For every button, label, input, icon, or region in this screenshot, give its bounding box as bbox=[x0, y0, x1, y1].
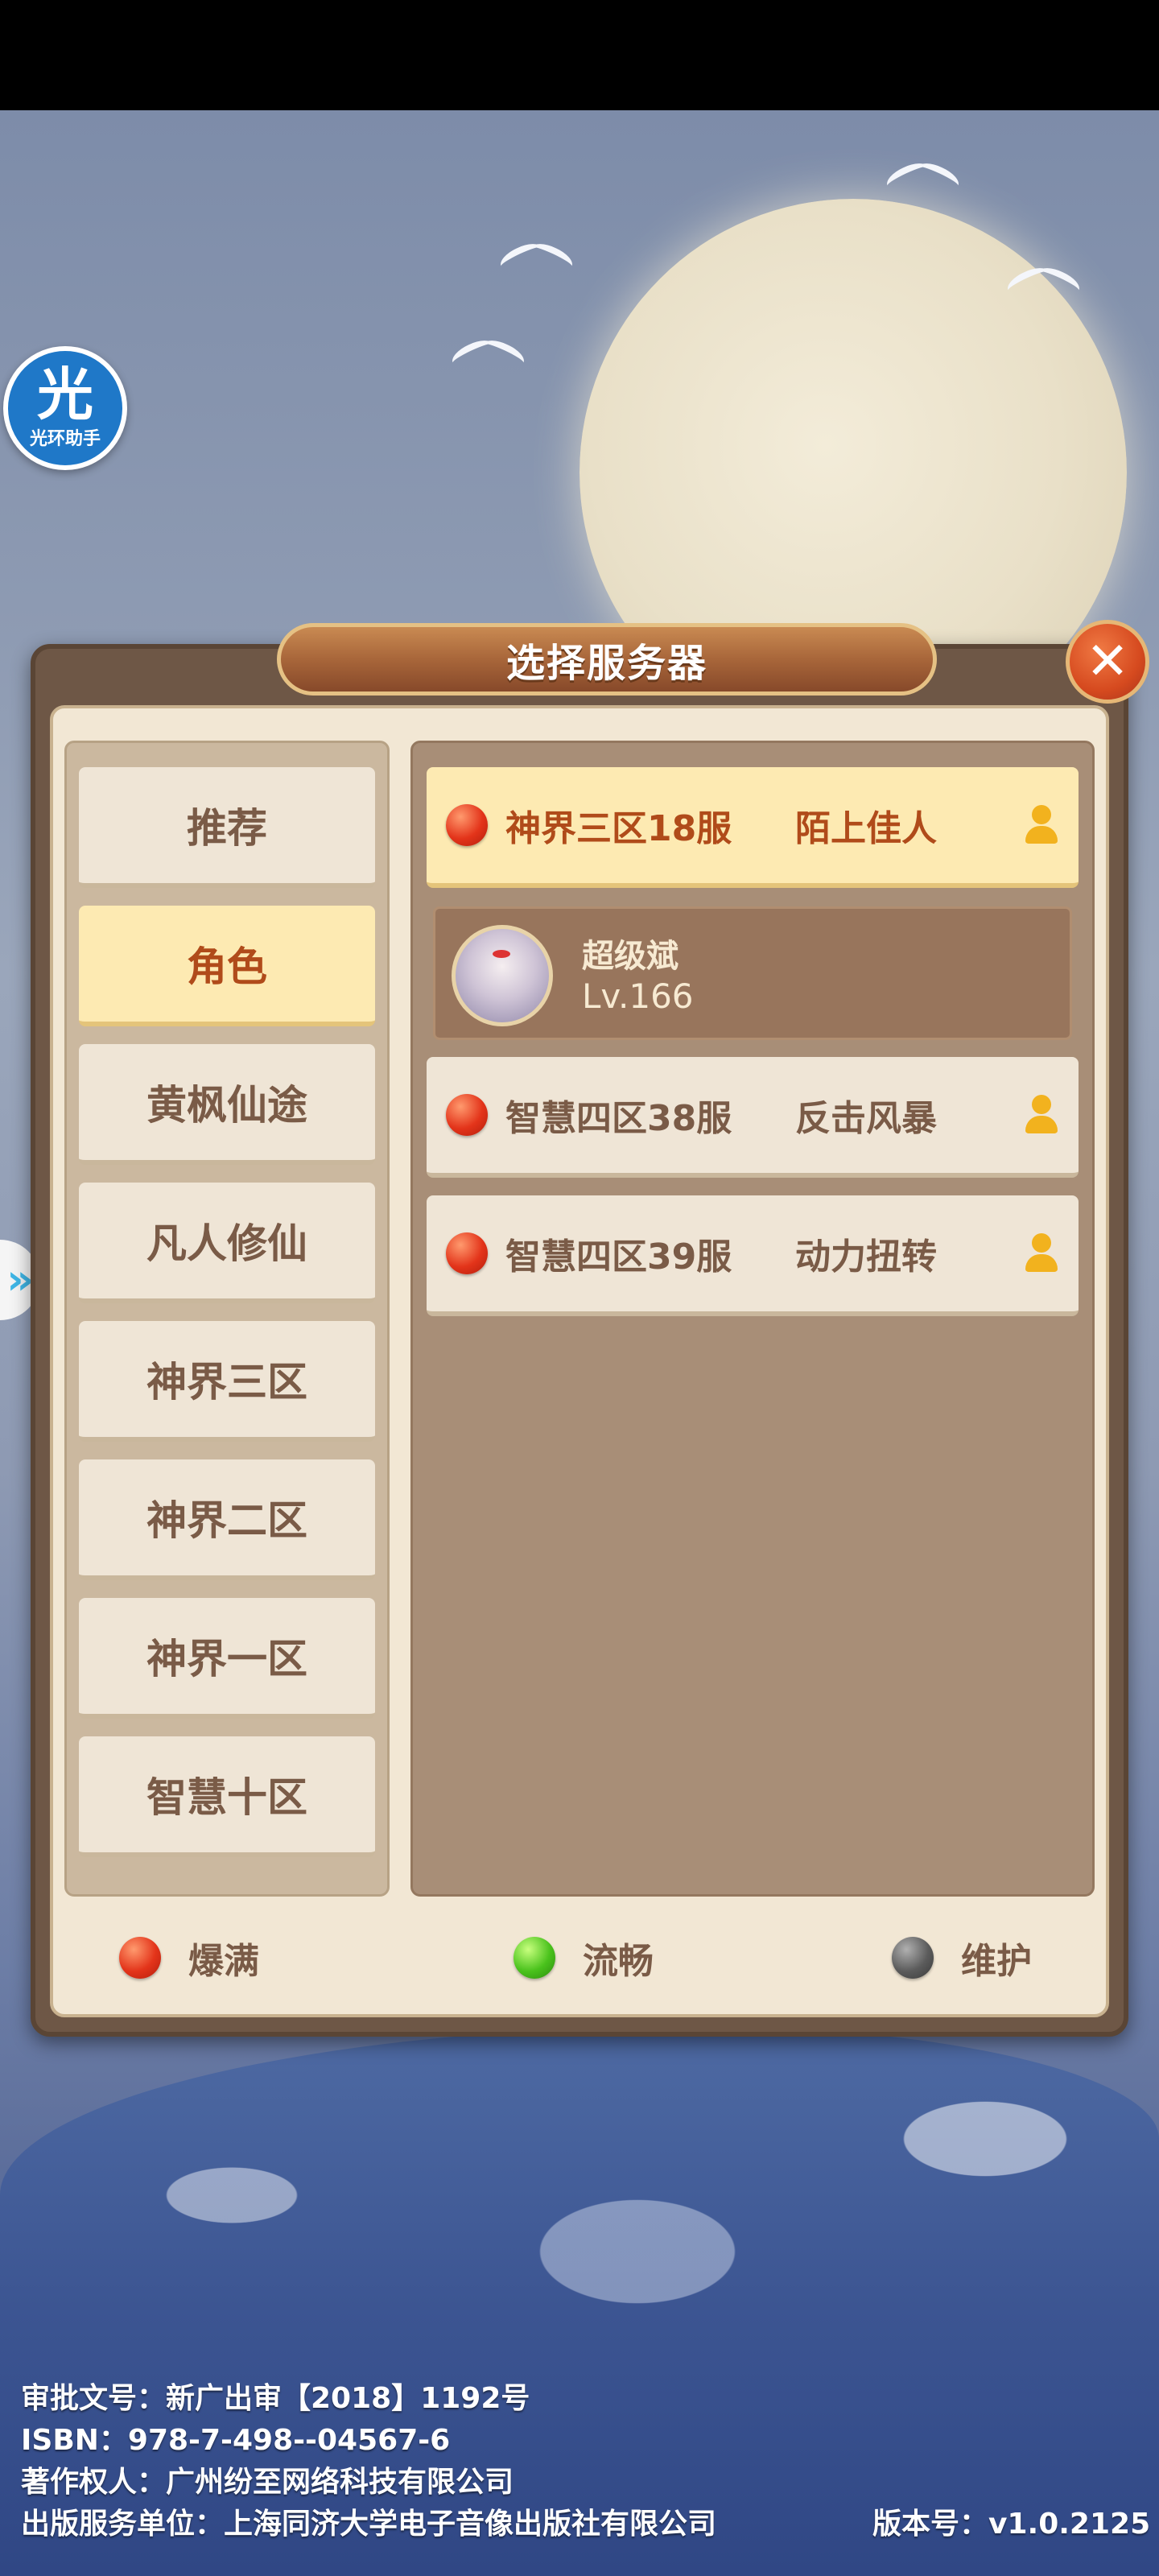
character-card[interactable]: 超级斌 Lv.166 bbox=[433, 906, 1072, 1040]
server-row[interactable]: 智慧四区39服 动力扭转 bbox=[427, 1195, 1079, 1316]
status-full-icon bbox=[446, 804, 488, 846]
category-label: 神界三区 bbox=[146, 1359, 307, 1406]
status-full-icon bbox=[446, 1094, 488, 1136]
server-name: 智慧四区39服 bbox=[505, 1236, 732, 1278]
assistant-floating-button[interactable]: 光 光环助手 bbox=[3, 346, 127, 470]
bird-icon bbox=[451, 336, 523, 368]
status-bar bbox=[0, 0, 1159, 110]
server-row[interactable]: 神界三区18服 陌上佳人 bbox=[427, 767, 1079, 888]
legend-item-smooth: 流畅 bbox=[514, 1932, 654, 1984]
close-icon: ✕ bbox=[1086, 632, 1129, 691]
legend-label: 流畅 bbox=[583, 1941, 654, 1982]
category-label: 角色 bbox=[187, 943, 267, 990]
footer-version: 版本号：v1.0.2125 bbox=[872, 2508, 1151, 2541]
role-name: 陌上佳人 bbox=[795, 808, 937, 849]
footer-approval: 审批文号：新广出审【2018】1192号 bbox=[21, 2382, 530, 2415]
category-tab-shenjie-1[interactable]: 神界一区 bbox=[79, 1598, 375, 1719]
assistant-label: 光环助手 bbox=[29, 429, 101, 449]
server-row[interactable]: 智慧四区38服 反击风暴 bbox=[427, 1057, 1079, 1178]
legend-item-maintenance: 维护 bbox=[892, 1932, 1032, 1984]
person-icon bbox=[1024, 1095, 1059, 1135]
category-tab-role[interactable]: 角色 bbox=[79, 906, 375, 1026]
category-tab-recommended[interactable]: 推荐 bbox=[79, 767, 375, 888]
role-name: 动力扭转 bbox=[795, 1236, 937, 1278]
dialog-title-plate: 选择服务器 bbox=[253, 615, 961, 704]
footer-copyright: 著作权人：广州纷至网络科技有限公司 bbox=[21, 2466, 514, 2499]
close-button[interactable]: ✕ bbox=[1066, 620, 1149, 704]
person-icon bbox=[1024, 805, 1059, 845]
status-smooth-icon bbox=[514, 1937, 555, 1979]
category-label: 黄枫仙途 bbox=[146, 1082, 307, 1129]
status-maintenance-icon bbox=[892, 1937, 934, 1979]
category-label: 凡人修仙 bbox=[146, 1220, 307, 1267]
bird-icon bbox=[1006, 263, 1079, 295]
status-full-icon bbox=[119, 1937, 161, 1979]
bird-icon bbox=[499, 239, 571, 271]
footer-publisher: 出版服务单位：上海同济大学电子音像出版社有限公司 bbox=[21, 2508, 717, 2541]
assistant-logo-icon: 光 bbox=[37, 361, 93, 427]
server-name: 神界三区18服 bbox=[505, 808, 732, 849]
category-label: 推荐 bbox=[187, 805, 267, 852]
role-name: 反击风暴 bbox=[795, 1098, 937, 1139]
legend-label: 爆满 bbox=[188, 1941, 259, 1982]
category-label: 神界一区 bbox=[146, 1636, 307, 1682]
category-tab-huangfeng[interactable]: 黄枫仙途 bbox=[79, 1044, 375, 1165]
category-tab-zhihui-10[interactable]: 智慧十区 bbox=[79, 1736, 375, 1857]
person-icon bbox=[1024, 1233, 1059, 1274]
category-tab-shenjie-3[interactable]: 神界三区 bbox=[79, 1321, 375, 1442]
legend-label: 维护 bbox=[961, 1941, 1032, 1982]
avatar bbox=[452, 925, 553, 1026]
legend-item-full: 爆满 bbox=[119, 1932, 259, 1984]
server-name: 智慧四区38服 bbox=[505, 1098, 732, 1139]
category-label: 神界二区 bbox=[146, 1497, 307, 1544]
dialog-title: 选择服务器 bbox=[277, 623, 937, 696]
character-level: Lv.166 bbox=[582, 976, 694, 1016]
category-label: 智慧十区 bbox=[146, 1774, 307, 1821]
footer-isbn: ISBN：978-7-498--04567-6 bbox=[21, 2424, 451, 2457]
category-tab-shenjie-2[interactable]: 神界二区 bbox=[79, 1459, 375, 1580]
character-name: 超级斌 bbox=[582, 938, 678, 975]
category-tab-fanren[interactable]: 凡人修仙 bbox=[79, 1183, 375, 1303]
status-full-icon bbox=[446, 1232, 488, 1274]
bird-icon bbox=[885, 159, 958, 191]
